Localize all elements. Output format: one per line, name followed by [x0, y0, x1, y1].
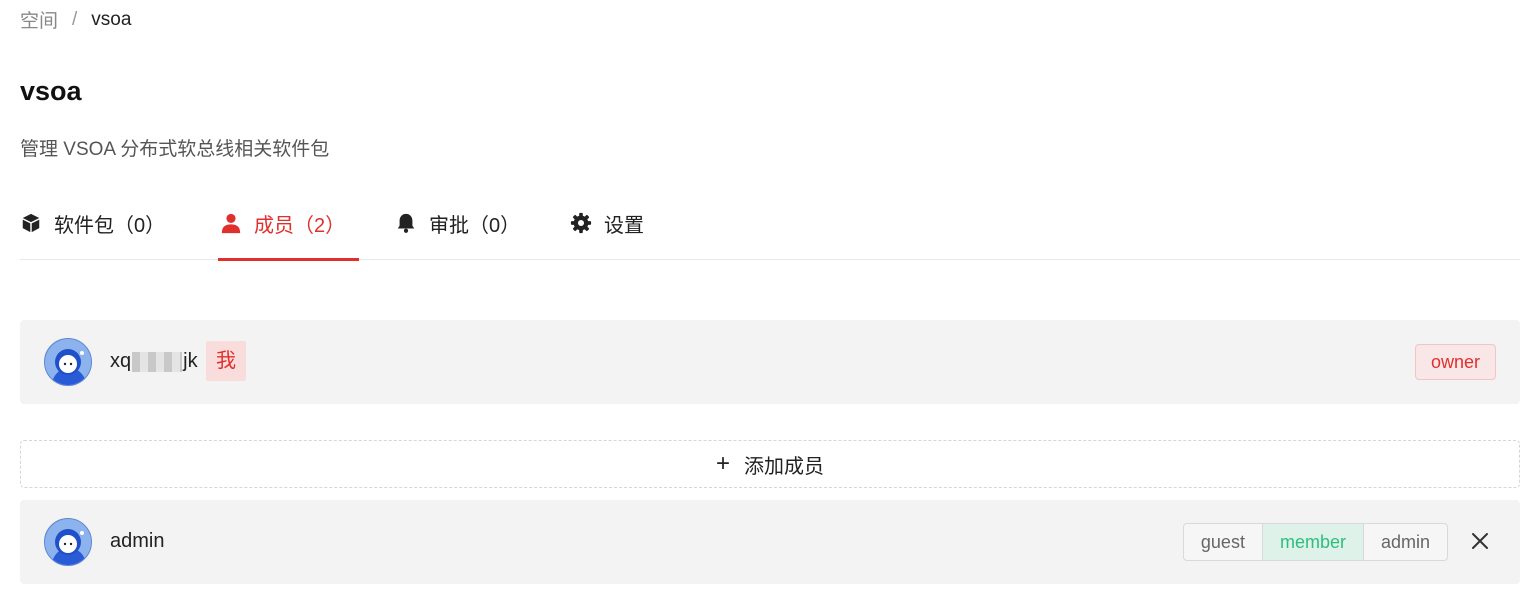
breadcrumb-separator: /	[72, 8, 78, 30]
tab-members-label: 成员（2）	[254, 214, 346, 237]
member-name-start: xq	[110, 350, 132, 372]
tab-bar: 软件包（0） 成员（2） 审批（0） 设置	[20, 186, 1520, 261]
tab-settings-label: 设置	[604, 214, 644, 237]
role-option-admin[interactable]: admin	[1364, 524, 1447, 560]
user-icon	[220, 212, 242, 234]
remove-member-close-icon[interactable]	[1468, 526, 1492, 556]
breadcrumb: 空间 / vsoa	[20, 6, 131, 33]
gear-icon	[570, 212, 592, 234]
package-icon	[20, 212, 42, 234]
space-description: 管理 VSOA 分布式软总线相关软件包	[20, 139, 330, 160]
add-member-label: 添加成员	[744, 455, 824, 478]
member-row-admin: admin guest member admin	[20, 500, 1520, 584]
tab-members[interactable]: 成员（2）	[217, 186, 360, 261]
tab-packages-label: 软件包（0）	[54, 214, 166, 237]
tab-settings[interactable]: 设置	[570, 186, 644, 260]
tab-approvals[interactable]: 审批（0）	[395, 186, 520, 260]
member-name-end: jk	[183, 350, 198, 372]
plus-icon: +	[715, 450, 730, 477]
redacted-text	[132, 351, 183, 372]
tab-packages[interactable]: 软件包（0）	[20, 186, 165, 260]
member-row-owner: xq jk 我 owner	[20, 320, 1520, 404]
space-members-page: 空间 / vsoa vsoa 管理 VSOA 分布式软总线相关软件包 软件包（0…	[0, 0, 1536, 598]
avatar	[44, 518, 92, 566]
member-name: admin	[110, 530, 165, 552]
avatar	[44, 338, 92, 386]
member-name: xq jk	[110, 350, 198, 373]
me-badge: 我	[206, 341, 246, 381]
bell-icon	[395, 212, 417, 234]
breadcrumb-current: vsoa	[91, 8, 132, 30]
role-option-member[interactable]: member	[1262, 524, 1364, 560]
page-title: vsoa	[20, 76, 82, 106]
role-badge-owner: owner	[1414, 344, 1496, 380]
role-option-guest[interactable]: guest	[1184, 524, 1263, 560]
tab-approvals-label: 审批（0）	[429, 214, 521, 237]
role-selector: guest member admin	[1182, 523, 1448, 561]
breadcrumb-root[interactable]: 空间	[20, 6, 58, 33]
add-member-button[interactable]: + 添加成员	[20, 440, 1520, 488]
